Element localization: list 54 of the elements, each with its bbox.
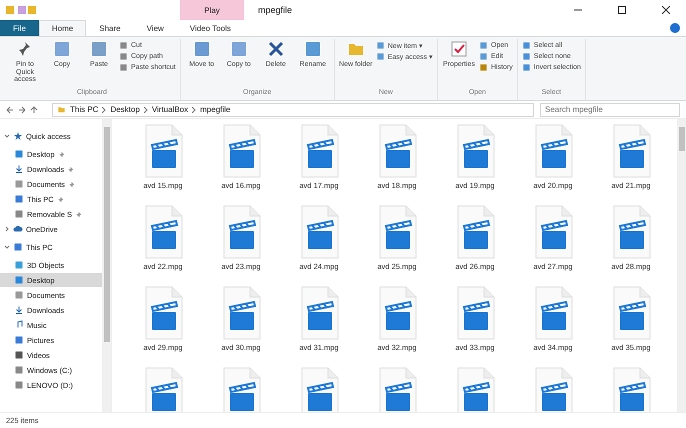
square-icon: [89, 39, 109, 59]
square-icon: [119, 52, 128, 61]
square-icon: [52, 39, 72, 59]
square-icon: [14, 194, 24, 204]
file-menu-button[interactable]: File: [0, 20, 39, 36]
cloud-icon: [13, 224, 23, 234]
breadcrumb[interactable]: This PC: [70, 105, 98, 114]
square-icon: [14, 275, 24, 285]
breadcrumb[interactable]: Desktop: [110, 105, 140, 114]
square-icon: [14, 209, 24, 219]
square-icon: [119, 41, 128, 50]
context-tab-header: Play: [180, 0, 244, 20]
square-icon: [479, 52, 488, 61]
square-icon: [119, 63, 128, 72]
square-icon: [522, 52, 531, 61]
square-icon: [479, 63, 488, 72]
square-icon: [14, 335, 24, 345]
ribbon-tab[interactable]: View: [134, 20, 177, 36]
ribbon-tab[interactable]: Video Tools: [176, 20, 244, 36]
ribbon-tab[interactable]: Home: [38, 20, 86, 36]
ribbon-tab[interactable]: Share: [86, 20, 134, 36]
address-bar[interactable]: This PC Desktop VirtualBox mpegfile: [52, 102, 534, 116]
folder-icon: [57, 105, 66, 114]
search-field[interactable]: Search mpegfile: [540, 102, 680, 116]
square-icon: [13, 242, 23, 252]
chevron-down-icon[interactable]: [4, 133, 10, 139]
scrollbar[interactable]: [102, 119, 111, 412]
square-icon: [479, 41, 488, 50]
breadcrumb[interactable]: VirtualBox: [152, 105, 188, 114]
chevron-down-icon[interactable]: [4, 244, 10, 250]
maximize-icon[interactable]: [618, 6, 626, 14]
star-icon: [13, 131, 23, 141]
window-title: mpegfile: [258, 5, 292, 15]
square-icon: [14, 179, 24, 189]
download-icon: [14, 164, 24, 174]
close-icon[interactable]: [662, 6, 670, 14]
chevron-right-icon: [102, 106, 106, 112]
square-icon: [14, 380, 24, 390]
help-icon[interactable]: [670, 23, 680, 33]
download-icon: [14, 305, 24, 315]
chevron-right-icon: [144, 106, 148, 112]
square-icon: [522, 63, 531, 72]
chevron-right-icon[interactable]: [4, 226, 10, 232]
scrollbar[interactable]: [677, 119, 686, 412]
square-icon: [14, 365, 24, 375]
chevron-right-icon: [192, 106, 196, 112]
square-icon: [14, 350, 24, 360]
square-icon: [376, 41, 385, 50]
square-icon: [522, 41, 531, 50]
square-icon: [14, 149, 24, 159]
breadcrumb[interactable]: mpegfile: [200, 105, 230, 114]
square-icon: [376, 52, 385, 61]
square-icon: [14, 260, 24, 270]
square-icon: [14, 290, 24, 300]
